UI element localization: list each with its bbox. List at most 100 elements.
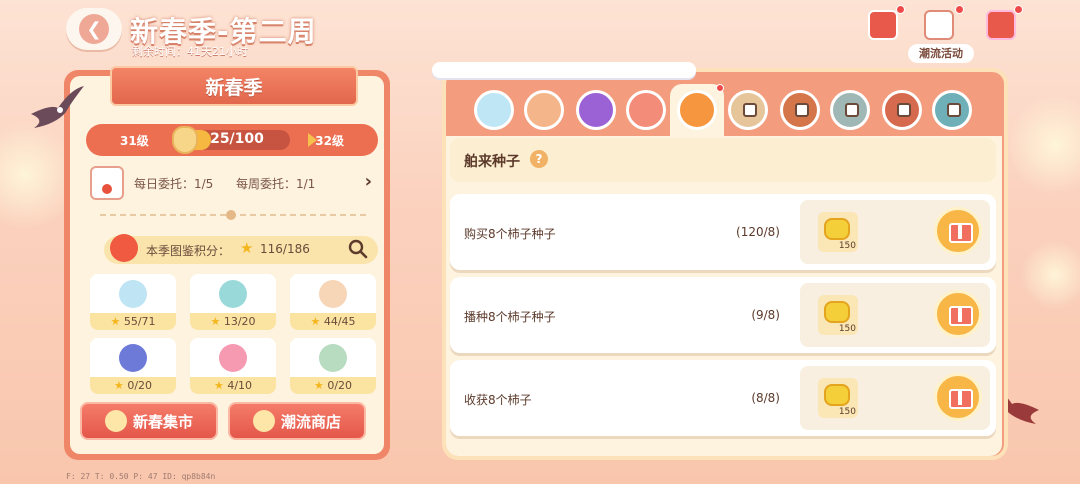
shop-badge-icon: [252, 410, 275, 432]
reward-item[interactable]: 150: [818, 212, 858, 252]
reward-box: 150: [800, 366, 990, 430]
collection-value: 4/10: [227, 379, 253, 392]
trend-activity-label[interactable]: 潮流活动: [908, 44, 974, 63]
coin-icon: [824, 218, 850, 240]
remaining-time: 剩余时间：41天21小时: [132, 45, 248, 58]
collection-card[interactable]: ★ 4/10: [190, 338, 276, 394]
tab-locked[interactable]: [830, 90, 870, 130]
coin-icon: [824, 301, 850, 323]
star-icon: ★: [113, 379, 124, 392]
coin-icon: [824, 384, 850, 406]
collection-card[interactable]: ★ 44/45: [290, 274, 376, 330]
lock-icon: [897, 103, 911, 117]
back-arrow-icon: ❮: [79, 14, 109, 44]
back-button[interactable]: ❮: [66, 8, 122, 50]
season-title: 新春季: [110, 66, 358, 106]
collection-card[interactable]: ★ 0/20: [290, 338, 376, 394]
notification-dot: [896, 5, 905, 14]
collection-score-row: 本季图鉴积分： ★ 116/186: [104, 236, 378, 264]
notification-dot: [1014, 5, 1023, 14]
gift-icon[interactable]: [986, 10, 1016, 40]
reward-quantity: 150: [838, 241, 856, 251]
lock-icon: [947, 103, 961, 117]
fish-icon: [219, 280, 247, 308]
spring-market-label: 新春集市: [132, 412, 193, 431]
collection-card[interactable]: ★ 0/20: [90, 338, 176, 394]
reward-quantity: 150: [838, 324, 856, 334]
task-row: 播种8个柿子种子 (9/8) 150: [450, 277, 996, 353]
tab-locked[interactable]: [932, 90, 972, 130]
task-progress: (120/8): [736, 225, 780, 239]
task-progress: (9/8): [751, 308, 780, 322]
next-level: 32级: [315, 134, 344, 148]
claim-gift-button[interactable]: [934, 207, 982, 255]
star-icon: ★: [210, 315, 221, 328]
level-progress-text: 25/100: [210, 131, 264, 147]
debug-info: F: 27 T: 0.50 P: 47 ID: qp8b84n: [66, 472, 216, 481]
lock-icon: [845, 103, 859, 117]
collection-card[interactable]: ★ 13/20: [190, 274, 276, 330]
star-icon: ★: [240, 239, 254, 257]
score-label: 本季图鉴积分：: [146, 244, 231, 258]
score-value: 116/186: [260, 242, 310, 256]
season-panel: 新春季 31级 25/100 32级 每日委托：1/5 每周委托：1/1 › 本…: [64, 66, 390, 460]
collection-card[interactable]: ★ 55/71: [90, 274, 176, 330]
tab-snowman[interactable]: [474, 90, 514, 130]
claim-gift-button[interactable]: [934, 290, 982, 338]
spring-market-button[interactable]: 新春集市: [80, 402, 218, 440]
section-header: 舶来种子 ?: [450, 138, 996, 182]
tab-locked[interactable]: [780, 90, 820, 130]
help-icon[interactable]: ?: [530, 150, 548, 168]
lantern-glow: [1010, 90, 1080, 200]
seal-icon: [119, 280, 147, 308]
daily-commission: 每日委托：1/5: [134, 177, 214, 191]
collection-progress: ★ 44/45: [290, 313, 376, 330]
calendar-icon[interactable]: [924, 10, 954, 40]
reward-box: 150: [800, 283, 990, 347]
candy-icon: [219, 344, 247, 372]
collection-value: 55/71: [123, 315, 156, 328]
level-progress-track: 25/100: [184, 130, 290, 150]
chinese-knot-icon: [110, 234, 138, 262]
star-icon: ★: [213, 379, 224, 392]
collection-progress: ★ 13/20: [190, 313, 276, 330]
commission-row[interactable]: 每日委托：1/5 每周委托：1/1 ›: [90, 166, 376, 200]
tab-fish[interactable]: [626, 90, 666, 130]
reward-item[interactable]: 150: [818, 295, 858, 335]
notification-dot: [955, 5, 964, 14]
tab-persimmon[interactable]: [677, 90, 717, 130]
reward-item[interactable]: 150: [818, 378, 858, 418]
collection-value: 0/20: [327, 379, 353, 392]
bird-icon: [319, 344, 347, 372]
tab-dumpling[interactable]: [524, 90, 564, 130]
collection-progress: ★ 55/71: [90, 313, 176, 330]
tab-record[interactable]: [576, 90, 616, 130]
collection-progress: ★ 4/10: [190, 377, 276, 394]
dumpling-icon: [319, 280, 347, 308]
section-title: 舶来种子: [464, 154, 520, 170]
trend-shop-button[interactable]: 潮流商店: [228, 402, 366, 440]
lantern-glow: [1020, 240, 1080, 310]
lock-icon: [795, 103, 809, 117]
lock-icon: [743, 103, 757, 117]
weekly-commission: 每周委托：1/1: [236, 177, 316, 191]
reward-box: 150: [800, 200, 990, 264]
butterfly-icon: [119, 344, 147, 372]
tab-locked[interactable]: [728, 90, 768, 130]
task-name: 收获8个柿子: [464, 393, 532, 407]
tab-locked[interactable]: [882, 90, 922, 130]
collection-value: 44/45: [323, 315, 356, 328]
current-level: 31级: [120, 134, 149, 148]
trend-shop-label: 潮流商店: [280, 412, 341, 431]
collection-value: 13/20: [223, 315, 256, 328]
task-row: 收获8个柿子 (8/8) 150: [450, 360, 996, 436]
season-panel-body: 新春季 31级 25/100 32级 每日委托：1/5 每周委托：1/1 › 本…: [70, 66, 384, 454]
collection-progress: ★ 0/20: [290, 377, 376, 394]
claim-gift-button[interactable]: [934, 373, 982, 421]
level-bar: 31级 25/100 32级: [86, 124, 378, 156]
red-envelope-icon[interactable]: [868, 10, 898, 40]
search-icon[interactable]: [348, 239, 368, 259]
task-row: 购买8个柿子种子 (120/8) 150: [450, 194, 996, 270]
task-name: 播种8个柿子种子: [464, 310, 556, 324]
heart-icon: [104, 410, 127, 432]
